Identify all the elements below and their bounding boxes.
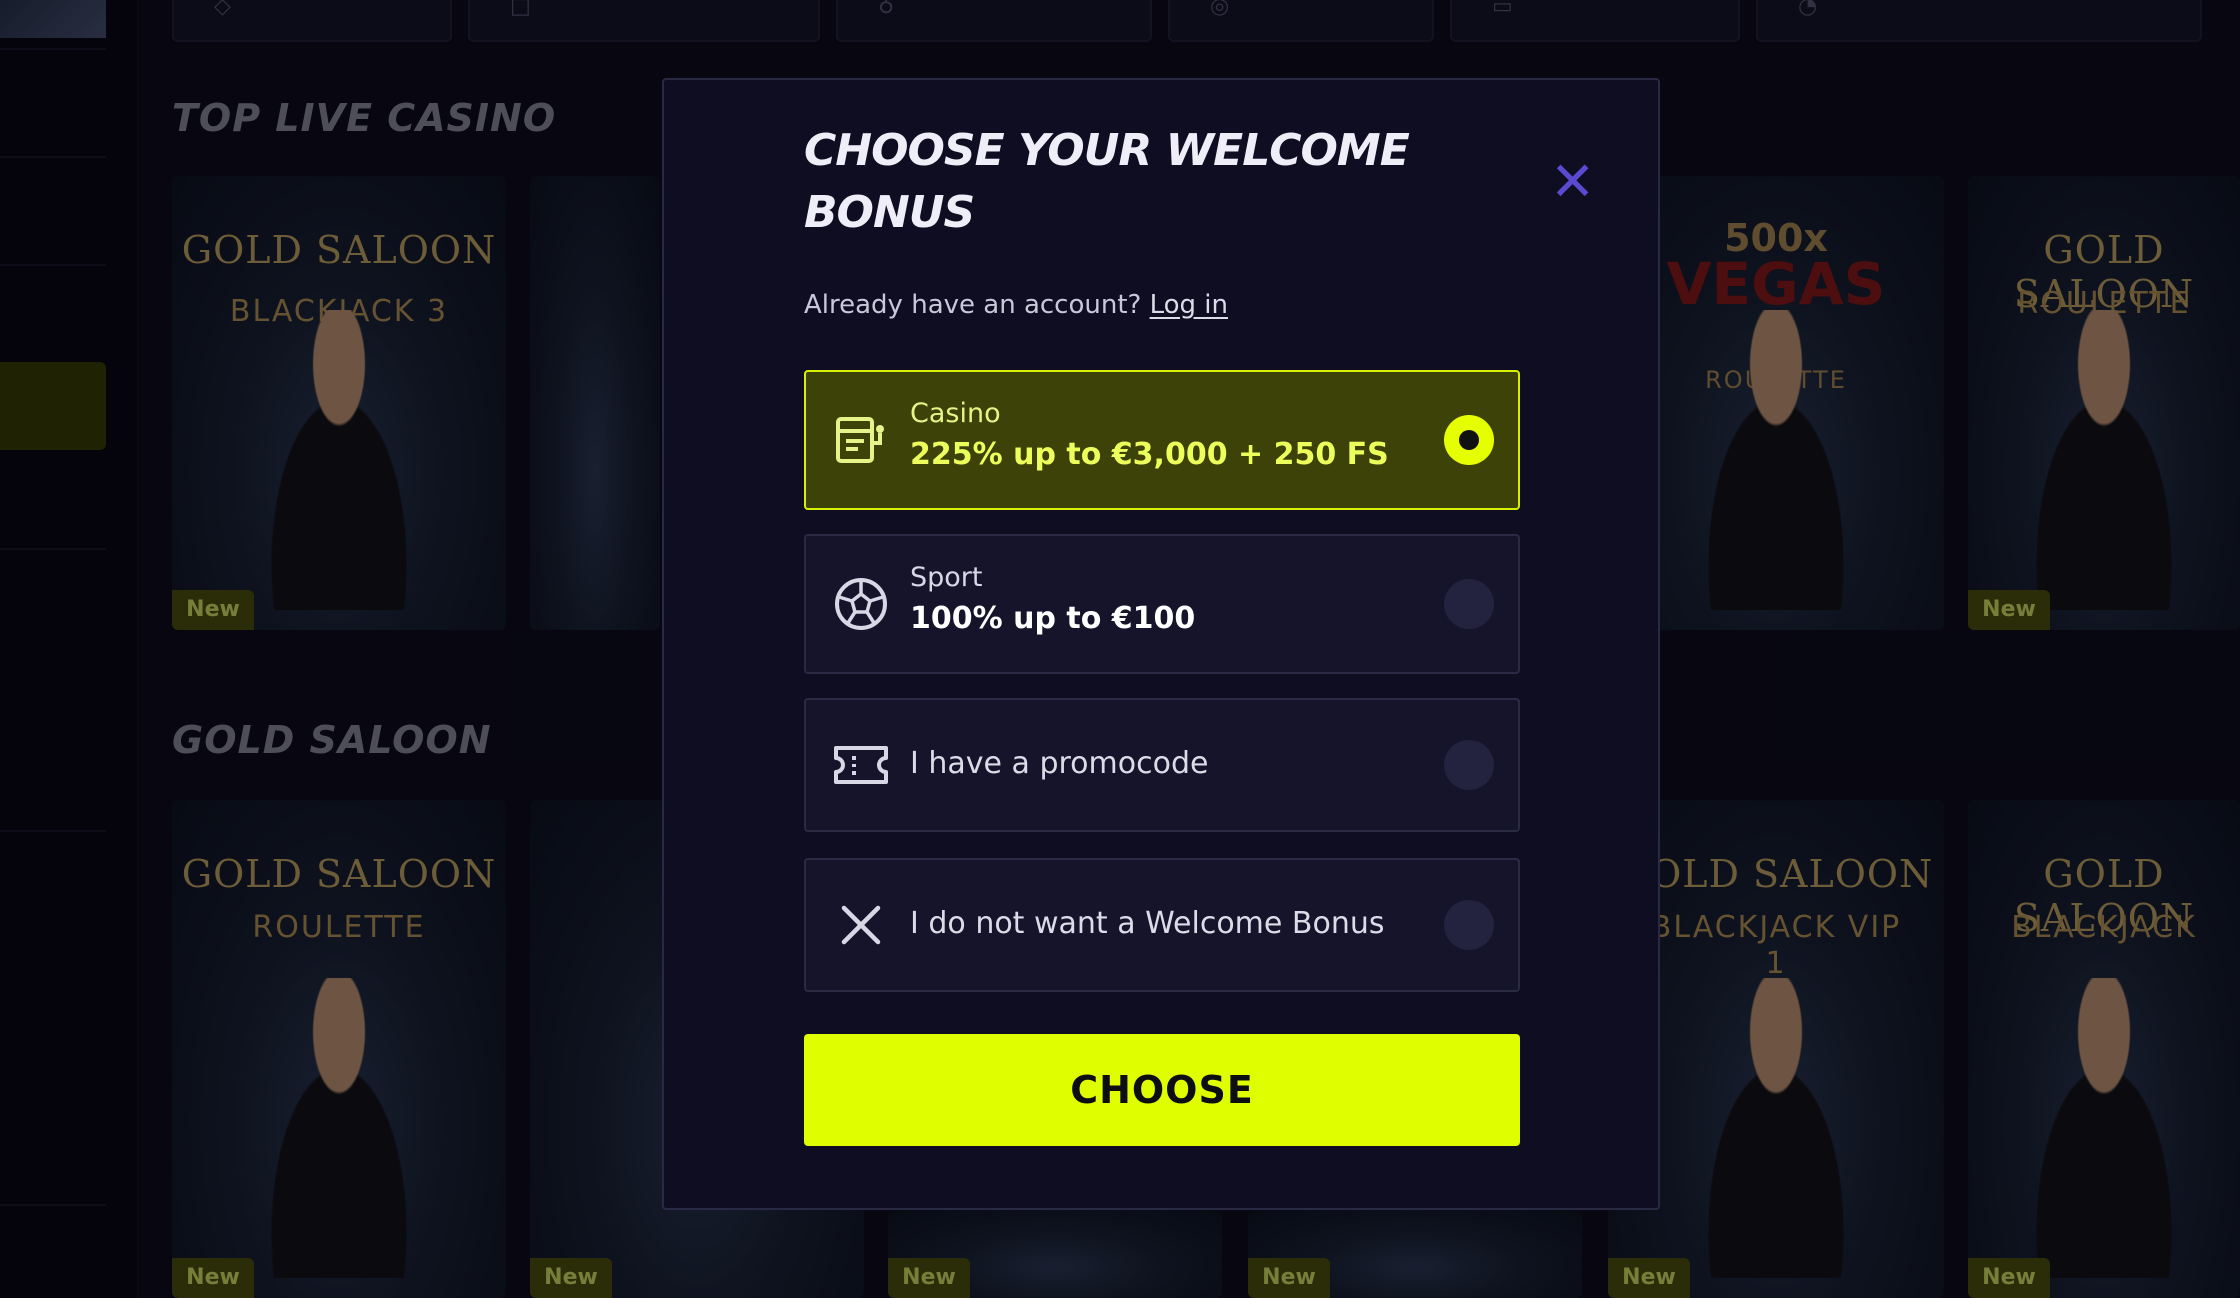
bonus-option-value: 100% up to €100 <box>910 601 1196 636</box>
welcome-bonus-modal: CHOOSE YOUR WELCOME BONUS ✕ Already have… <box>662 78 1660 1210</box>
bonus-option-sport[interactable]: Sport 100% up to €100 <box>804 534 1520 674</box>
bonus-option-label: Sport <box>910 562 983 593</box>
bonus-option-label: Casino <box>910 398 1001 429</box>
bonus-option-label: I have a promocode <box>910 746 1209 781</box>
soccer-ball-icon <box>835 578 887 630</box>
radio-unselected[interactable] <box>1444 740 1494 790</box>
bonus-option-no-bonus[interactable]: I do not want a Welcome Bonus <box>804 858 1520 992</box>
radio-unselected[interactable] <box>1444 900 1494 950</box>
account-prompt: Already have an account? Log in <box>804 290 1228 320</box>
radio-selected[interactable] <box>1444 415 1494 465</box>
bonus-option-casino[interactable]: Casino 225% up to €3,000 + 250 FS <box>804 370 1520 510</box>
casino-slot-icon <box>836 417 884 463</box>
bonus-option-label: I do not want a Welcome Bonus <box>910 906 1385 941</box>
close-icon[interactable]: ✕ <box>1550 155 1595 209</box>
modal-title: CHOOSE YOUR WELCOME BONUS <box>804 125 1410 238</box>
bonus-option-value: 225% up to €3,000 + 250 FS <box>910 437 1389 472</box>
radio-unselected[interactable] <box>1444 579 1494 629</box>
bonus-option-promocode[interactable]: I have a promocode <box>804 698 1520 832</box>
account-prompt-text: Already have an account? <box>804 290 1142 320</box>
login-link[interactable]: Log in <box>1150 290 1228 320</box>
close-icon <box>841 905 881 945</box>
ticket-icon <box>834 746 888 784</box>
choose-button[interactable]: CHOOSE <box>804 1034 1520 1146</box>
